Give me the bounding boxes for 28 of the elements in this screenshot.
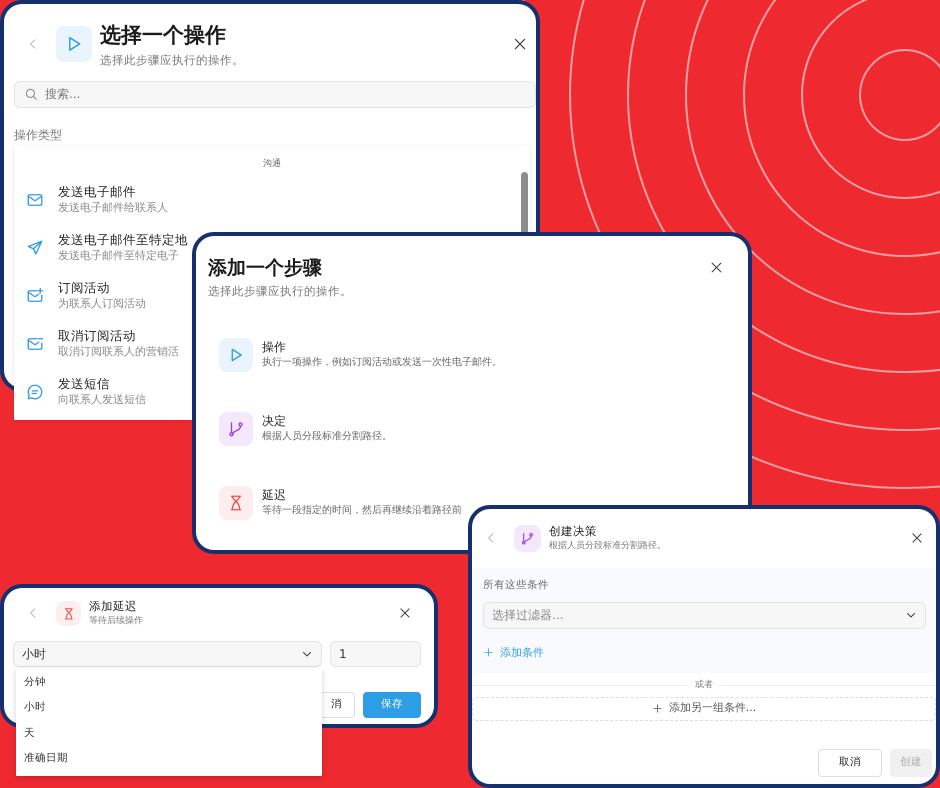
item-description: 向联系人发送短信	[58, 392, 146, 408]
item-description: 取消订阅联系人的营销活	[58, 344, 179, 360]
dialog-subtitle: 选择此步骤应执行的操作。	[100, 52, 245, 68]
divider-label: 或者	[695, 679, 713, 692]
item-title: 发送电子邮件至特定地	[58, 232, 188, 248]
item-description: 发送电子邮件至特定电子	[58, 248, 180, 264]
dialog-subtitle: 根据人员分段标准分割路径。	[549, 540, 667, 554]
item-title: 发送短信	[58, 376, 111, 392]
item-title: 订阅活动	[58, 280, 111, 296]
dialog-title: 创建决策	[549, 523, 598, 540]
dialog-subtitle: 选择此步骤应执行的操作。	[208, 282, 353, 300]
dialog-title: 选择一个操作	[100, 22, 227, 49]
option-title: 决定	[262, 414, 287, 430]
option-description: 等待一段指定的时间，然后再继续沿着路径前	[262, 504, 462, 518]
option-description: 根据人员分段标准分割路径。	[262, 430, 392, 444]
dialog-subtitle: 等待后续操作	[89, 615, 144, 628]
category-heading: 沟通	[262, 158, 282, 171]
option-title: 延迟	[262, 488, 287, 504]
item-title: 发送电子邮件	[58, 184, 137, 200]
dialog-title: 添加延迟	[89, 598, 138, 615]
item-description: 发送电子邮件给联系人	[58, 200, 168, 216]
group-label: 所有这些条件	[483, 578, 550, 593]
section-label: 操作类型	[14, 126, 63, 144]
item-description: 为联系人订阅活动	[58, 296, 146, 312]
option-description: 执行一项操作，例如订阅活动或发送一次性电子邮件。	[262, 356, 502, 370]
dialog-title: 添加一个步骤	[208, 256, 323, 281]
item-title: 取消订阅活动	[58, 328, 137, 344]
option-title: 操作	[262, 340, 287, 356]
